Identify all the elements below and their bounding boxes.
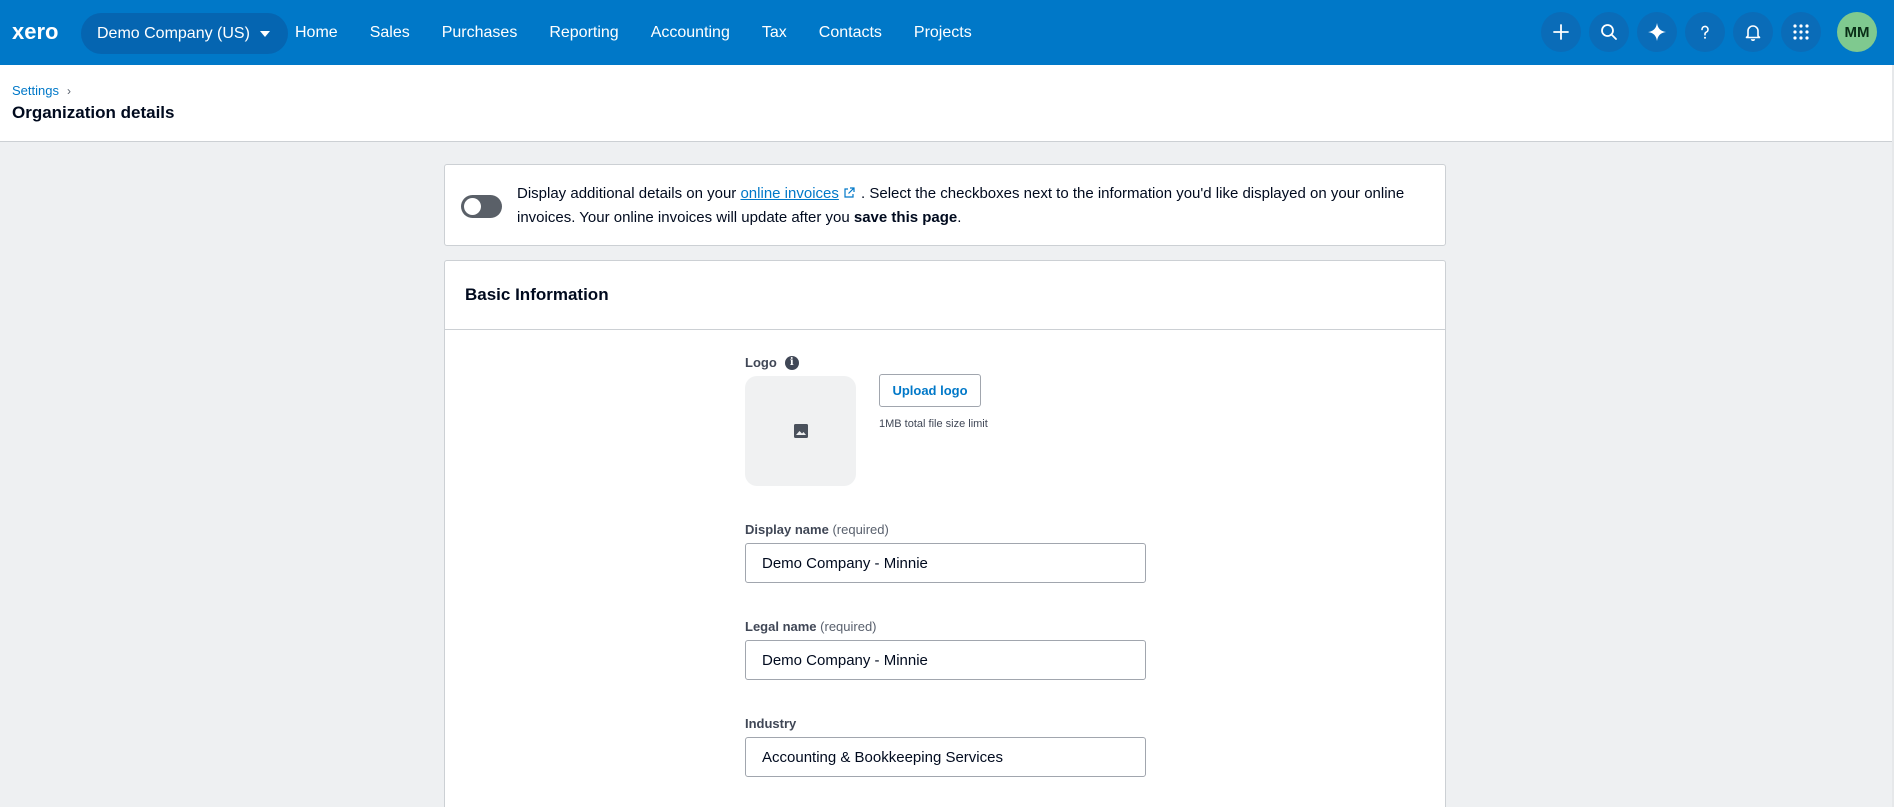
legal-name-label: Legal name (required) bbox=[745, 619, 877, 634]
logo-label: Logo i bbox=[745, 355, 799, 370]
required-note: (required) bbox=[832, 522, 889, 537]
breadcrumb: Settings › bbox=[12, 83, 71, 98]
nav-accounting[interactable]: Accounting bbox=[635, 24, 746, 42]
nav-sales[interactable]: Sales bbox=[354, 24, 426, 42]
search-icon[interactable] bbox=[1589, 12, 1629, 52]
industry-input[interactable] bbox=[745, 737, 1146, 777]
nav-purchases[interactable]: Purchases bbox=[426, 24, 534, 42]
organization-name: Demo Company (US) bbox=[97, 24, 250, 42]
image-icon bbox=[793, 424, 808, 438]
chevron-right-icon: › bbox=[66, 83, 71, 98]
info-icon[interactable]: i bbox=[784, 355, 799, 370]
sparkle-icon[interactable] bbox=[1637, 12, 1677, 52]
nav-projects[interactable]: Projects bbox=[898, 24, 988, 42]
nav-tax[interactable]: Tax bbox=[746, 24, 803, 42]
file-size-limit: 1MB total file size limit bbox=[879, 418, 988, 430]
online-invoices-banner: Display additional details on your onlin… bbox=[444, 164, 1446, 246]
external-link-icon bbox=[844, 187, 855, 198]
required-note: (required) bbox=[820, 619, 877, 634]
banner-text-start: Display additional details on your bbox=[517, 185, 741, 202]
plus-icon[interactable] bbox=[1541, 12, 1581, 52]
legal-name-label-text: Legal name bbox=[745, 619, 817, 634]
caret-down-icon bbox=[259, 30, 270, 37]
apps-grid-icon[interactable] bbox=[1781, 12, 1821, 52]
basic-information-card: Basic Information Logo i Upload logo 1MB… bbox=[444, 260, 1446, 807]
page-title: Organization details bbox=[12, 103, 175, 122]
toggle-knob bbox=[464, 198, 481, 215]
nav-home[interactable]: Home bbox=[279, 24, 354, 42]
breadcrumb-settings-link[interactable]: Settings bbox=[12, 83, 59, 98]
banner-text-bold: save this page bbox=[853, 209, 958, 226]
online-invoices-link[interactable]: online invoices bbox=[740, 185, 838, 202]
nav-actions: MM bbox=[1541, 12, 1877, 52]
display-name-label: Display name (required) bbox=[745, 522, 889, 537]
top-navigation-bar: xero Demo Company (US) Home Sales Purcha… bbox=[0, 0, 1894, 65]
main-menu: Home Sales Purchases Reporting Accountin… bbox=[279, 0, 988, 65]
banner-message: Display additional details on your onlin… bbox=[517, 182, 1427, 230]
xero-logo[interactable]: xero bbox=[12, 21, 68, 43]
card-title: Basic Information bbox=[465, 285, 609, 304]
banner-text-end: . bbox=[957, 209, 962, 226]
help-icon[interactable] bbox=[1685, 12, 1725, 52]
display-name-input[interactable] bbox=[745, 543, 1146, 583]
user-avatar[interactable]: MM bbox=[1837, 12, 1877, 52]
logo-placeholder[interactable] bbox=[745, 376, 856, 486]
nav-contacts[interactable]: Contacts bbox=[803, 24, 898, 42]
industry-label: Industry bbox=[745, 716, 797, 731]
bell-icon[interactable] bbox=[1733, 12, 1773, 52]
nav-reporting[interactable]: Reporting bbox=[533, 24, 634, 42]
page-header: Settings › Organization details bbox=[0, 65, 1894, 142]
card-header: Basic Information bbox=[445, 261, 1445, 330]
display-name-label-text: Display name bbox=[745, 522, 829, 537]
upload-logo-button[interactable]: Upload logo bbox=[879, 374, 981, 407]
online-invoice-details-toggle[interactable] bbox=[461, 195, 502, 218]
svg-text:xero: xero bbox=[12, 21, 58, 43]
logo-label-text: Logo bbox=[745, 355, 777, 370]
organization-switcher[interactable]: Demo Company (US) bbox=[81, 13, 288, 54]
legal-name-input[interactable] bbox=[745, 640, 1146, 680]
